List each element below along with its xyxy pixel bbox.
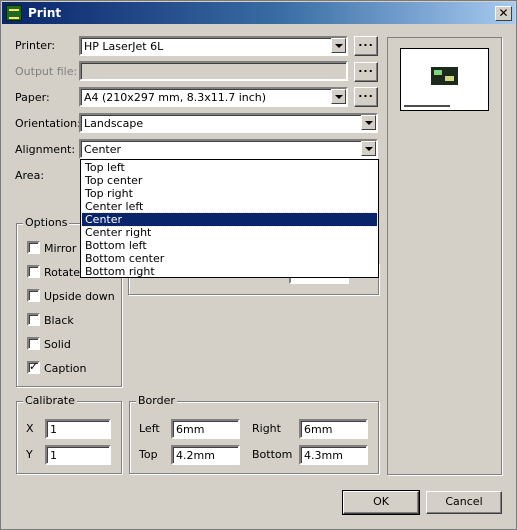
print-preview-panel — [387, 37, 502, 475]
upside-down-label: Upside down — [44, 290, 115, 303]
border-group-title: Border — [136, 394, 177, 407]
printer-value: HP LaserJet 6L — [84, 40, 164, 53]
paper-browse-button[interactable]: ... — [354, 87, 378, 107]
preview-board-image — [431, 67, 458, 85]
upside-down-checkbox[interactable] — [27, 289, 40, 302]
alignment-option[interactable]: Top right — [82, 187, 377, 200]
preview-page — [400, 48, 489, 111]
close-button[interactable]: ✕ — [495, 6, 512, 21]
chevron-down-icon[interactable] — [361, 115, 376, 130]
solid-label: Solid — [44, 338, 71, 351]
printer-browse-button[interactable]: ... — [354, 36, 378, 56]
border-left-field[interactable]: 6mm — [171, 419, 240, 439]
solid-checkbox[interactable] — [27, 337, 40, 350]
output-file-browse-button[interactable]: ... — [354, 62, 378, 82]
border-right-label: Right — [252, 422, 281, 435]
calibrate-y-field[interactable]: 1 — [45, 445, 111, 465]
calibrate-x-field[interactable]: 1 — [45, 419, 111, 439]
printer-combo[interactable]: HP LaserJet 6L — [79, 36, 348, 56]
app-icon — [6, 5, 22, 21]
caption-label: Caption — [44, 362, 87, 375]
alignment-dropdown-list[interactable]: Top left Top center Top right Center lef… — [80, 159, 379, 278]
chevron-down-icon[interactable] — [361, 141, 376, 156]
orientation-value: Landscape — [84, 117, 144, 130]
close-icon: ✕ — [498, 6, 509, 20]
cancel-button[interactable]: Cancel — [426, 491, 502, 514]
paper-label: Paper: — [15, 91, 50, 104]
chevron-down-icon[interactable] — [331, 89, 346, 104]
calibrate-x-label: X — [26, 422, 34, 435]
title-bar[interactable]: Print ✕ — [2, 2, 515, 24]
alignment-option[interactable]: Center right — [82, 226, 377, 239]
chevron-down-icon[interactable] — [331, 38, 346, 53]
printer-label: Printer: — [15, 39, 56, 52]
black-checkbox[interactable] — [27, 313, 40, 326]
paper-value: A4 (210x297 mm, 8.3x11.7 inch) — [84, 91, 267, 104]
orientation-combo[interactable]: Landscape — [79, 113, 378, 133]
alignment-value: Center — [84, 143, 122, 156]
rotate-checkbox[interactable] — [27, 265, 40, 278]
rotate-label: Rotate — [44, 266, 81, 279]
mirror-label: Mirror — [44, 242, 77, 255]
border-left-label: Left — [139, 422, 160, 435]
calibrate-group-title: Calibrate — [23, 394, 77, 407]
alignment-option-selected[interactable]: Center — [81, 212, 378, 227]
orientation-label: Orientation: — [15, 117, 81, 130]
alignment-option[interactable]: Bottom right — [82, 265, 377, 278]
output-file-field — [79, 61, 348, 81]
border-right-field[interactable]: 6mm — [299, 419, 368, 439]
alignment-combo[interactable]: Center — [79, 139, 378, 159]
alignment-label: Alignment: — [15, 143, 76, 156]
output-file-label: Output file: — [15, 65, 78, 78]
window-title: Print — [28, 6, 62, 20]
paper-combo[interactable]: A4 (210x297 mm, 8.3x11.7 inch) — [79, 87, 348, 107]
black-label: Black — [44, 314, 74, 327]
alignment-option[interactable]: Bottom left — [82, 239, 377, 252]
alignment-option[interactable]: Bottom center — [82, 252, 377, 265]
alignment-option[interactable]: Top left — [82, 161, 377, 174]
ok-button[interactable]: OK — [342, 490, 420, 515]
options-group-title: Options — [23, 216, 70, 229]
caption-checkbox[interactable] — [27, 360, 40, 374]
print-dialog: Print ✕ Printer: HP LaserJet 6L ... Outp… — [0, 0, 517, 530]
preview-caption-line — [404, 105, 450, 107]
border-bottom-field[interactable]: 4.3mm — [299, 445, 368, 465]
border-top-label: Top — [139, 448, 158, 461]
area-label: Area: — [15, 169, 45, 182]
alignment-option[interactable]: Center left — [82, 200, 377, 213]
alignment-option[interactable]: Top center — [82, 174, 377, 187]
calibrate-y-label: Y — [26, 448, 33, 461]
border-bottom-label: Bottom — [252, 448, 293, 461]
border-top-field[interactable]: 4.2mm — [171, 445, 240, 465]
mirror-checkbox[interactable] — [27, 241, 40, 254]
